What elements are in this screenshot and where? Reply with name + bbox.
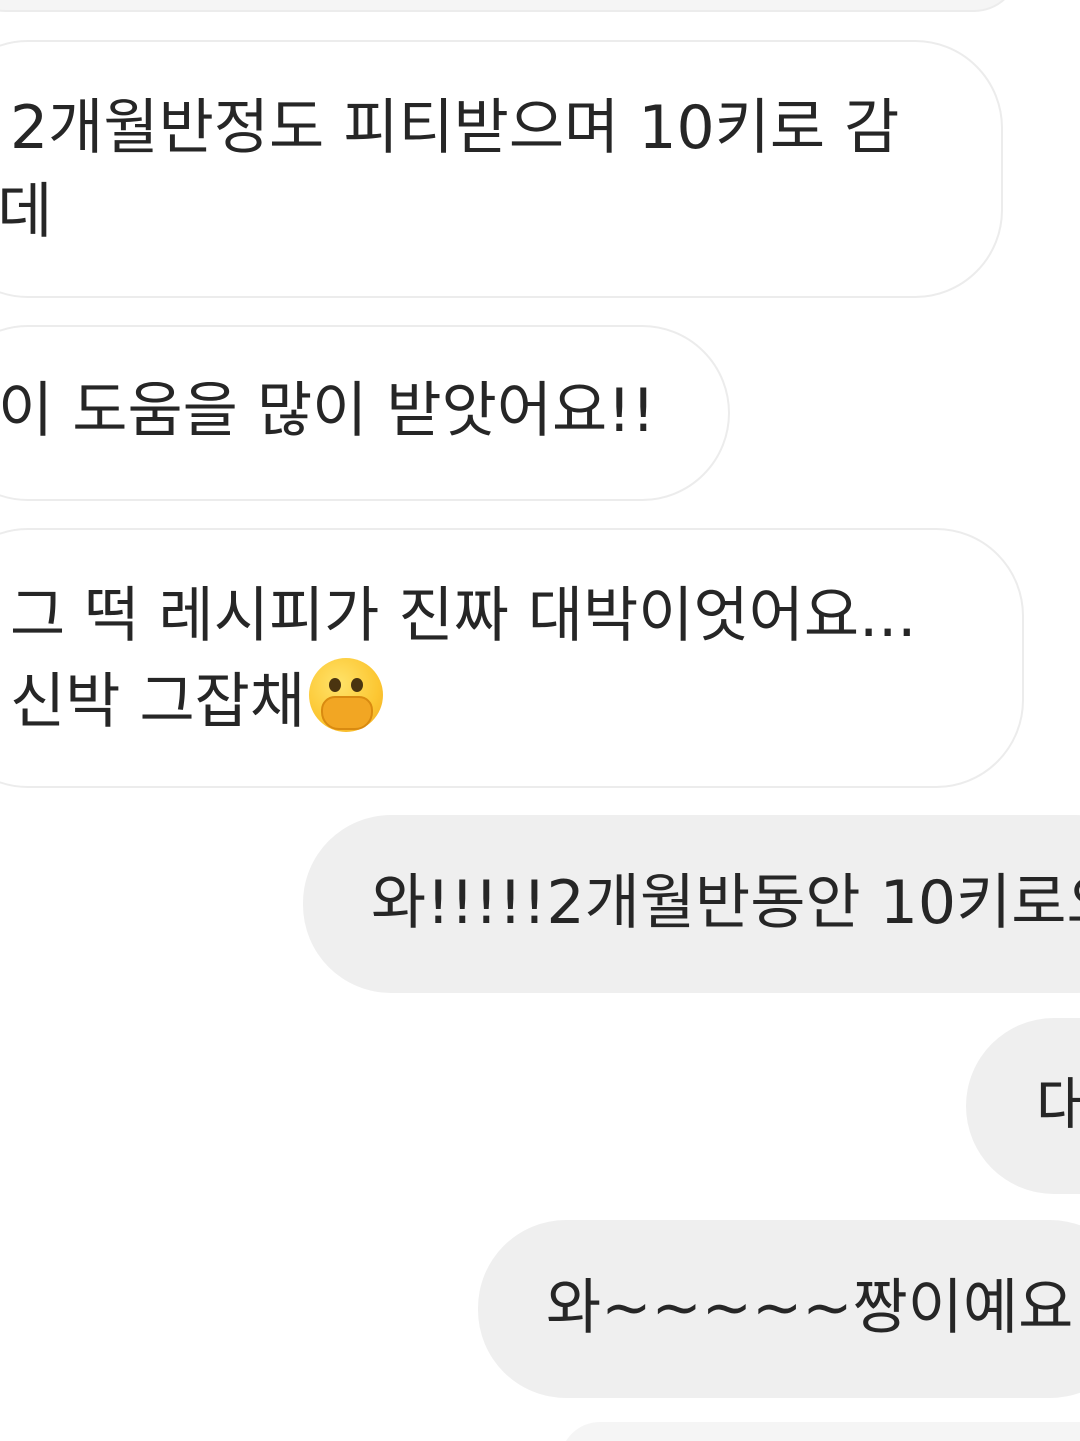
- message-bubble-incoming[interactable]: [0, 0, 1020, 12]
- message-text: 신박 그잡채: [10, 667, 306, 737]
- message-bubble-incoming[interactable]: 이 도움을 많이 받앗어요!!: [0, 325, 730, 501]
- face-with-hand-over-mouth-icon: [309, 658, 384, 732]
- message-text: 그 떡 레시피가 진짜 대박이엇어요...: [10, 581, 917, 651]
- message-text: 와!!!!!2개월반동안 10키로요: [371, 868, 1080, 938]
- message-text: 대: [1036, 1071, 1080, 1141]
- message-bubble-outgoing[interactable]: 와~~~~~짱이예요: [478, 1220, 1080, 1398]
- message-text: 는데: [0, 177, 53, 247]
- message-bubble-incoming[interactable]: 2개월반정도 피티받으며 10키로 감 는데: [0, 40, 1003, 298]
- message-text: 2개월반정도 피티받으며 10키로 감: [10, 93, 900, 163]
- message-text: 와~~~~~짱이예요: [546, 1273, 1074, 1343]
- message-bubble-incoming[interactable]: 그 떡 레시피가 진짜 대박이엇어요... 신박 그잡채: [0, 528, 1024, 788]
- message-bubble-outgoing[interactable]: 와!!!!!2개월반동안 10키로요: [303, 815, 1080, 993]
- chat-thread[interactable]: 2개월반정도 피티받으며 10키로 감 는데 이 도움을 많이 받앗어요!! 그…: [0, 0, 1080, 1441]
- message-bubble-outgoing[interactable]: 대: [966, 1018, 1080, 1194]
- message-bubble-outgoing[interactable]: [560, 1422, 1080, 1441]
- message-text: 이 도움을 많이 받앗어요!!: [0, 376, 656, 446]
